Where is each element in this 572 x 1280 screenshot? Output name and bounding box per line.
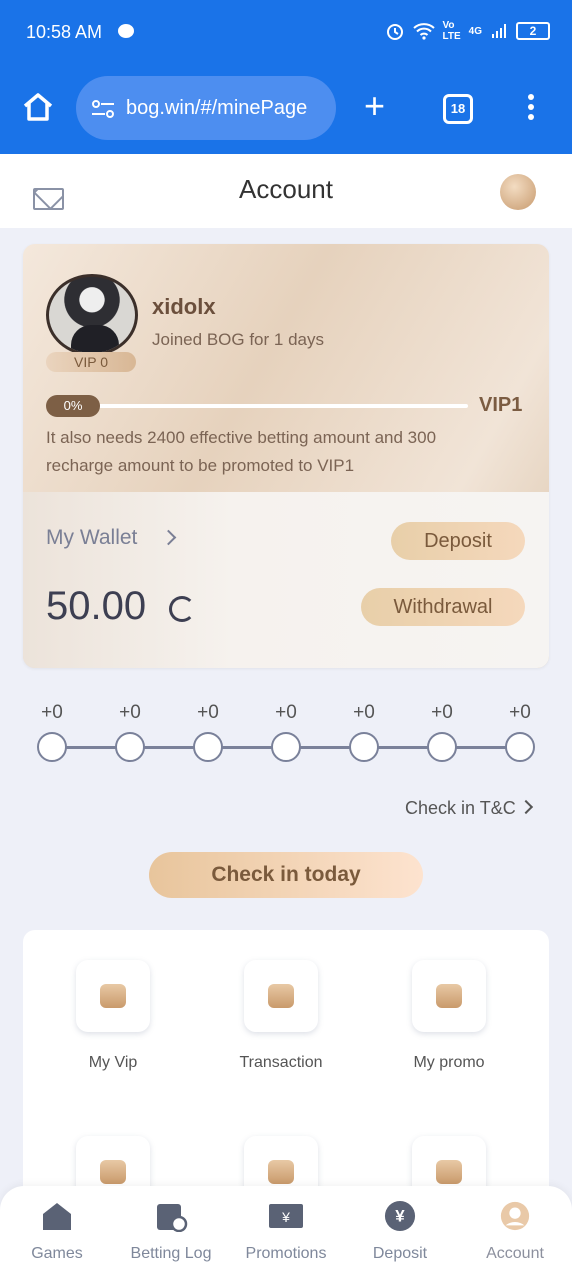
vip-progress-label: 0% — [46, 395, 100, 417]
home-icon — [43, 1203, 71, 1230]
checkin-day-dot — [427, 732, 457, 762]
svg-text:¥: ¥ — [395, 1207, 405, 1226]
ticket-icon: ¥ — [269, 1204, 303, 1228]
customer-service-icon[interactable] — [500, 174, 536, 210]
vip-requirement-text: It also needs 2400 effective betting amo… — [46, 428, 437, 475]
signal-icon — [492, 24, 506, 38]
bottom-tab-bar: Games Betting Log ¥ Promotions ¥ Deposit… — [0, 1186, 572, 1280]
vip-badge: VIP 0 — [46, 352, 136, 372]
refresh-icon[interactable] — [169, 596, 195, 622]
tab-deposit[interactable]: ¥ Deposit — [345, 1200, 455, 1263]
tab-account[interactable]: Account — [460, 1200, 570, 1263]
deposit-button[interactable]: Deposit — [391, 522, 525, 560]
tab-games[interactable]: Games — [2, 1200, 112, 1263]
list-icon — [244, 960, 318, 1032]
username: xidolx — [152, 294, 216, 319]
tab-label: Games — [31, 1245, 83, 1262]
tab-label: Account — [486, 1245, 544, 1262]
message-bubble-icon — [118, 24, 134, 38]
checkin-day-reward: +0 — [119, 702, 141, 723]
checkin-day-dot — [271, 732, 301, 762]
chest-icon — [412, 960, 486, 1032]
url-text: bog.win/#/minePage — [126, 97, 308, 119]
chevron-right-icon[interactable] — [160, 529, 177, 546]
tab-betting-log[interactable]: Betting Log — [116, 1200, 226, 1263]
tab-promotions[interactable]: ¥ Promotions — [231, 1200, 341, 1263]
network-label: 4G — [468, 25, 482, 37]
url-bar[interactable]: bog.win/#/minePage — [76, 76, 336, 140]
alarm-icon — [386, 24, 403, 40]
tab-label: Deposit — [372, 1245, 428, 1262]
checkin-tc-link[interactable]: Check in T&C — [405, 798, 516, 819]
crown-icon — [76, 960, 150, 1032]
checkin-day: +0 — [178, 700, 238, 762]
page-title: Account — [239, 174, 333, 204]
home-icon[interactable] — [22, 92, 54, 122]
menu-item-label: My Vip — [88, 1054, 138, 1071]
checkin-day: +0 — [334, 700, 394, 762]
wifi-icon — [412, 23, 435, 40]
withdrawal-button[interactable]: Withdrawal — [361, 588, 525, 626]
yen-icon: ¥ — [384, 1200, 416, 1232]
volte-icon: Vo LTE — [442, 20, 461, 42]
app-header: Account — [0, 154, 572, 228]
profile-card: VIP 0 xidolx Joined BOG for 1 days 0% VI… — [23, 244, 549, 668]
svg-text:¥: ¥ — [281, 1209, 290, 1225]
avatar[interactable] — [46, 274, 138, 356]
tab-switcher-button[interactable]: 18 — [443, 94, 473, 124]
checkin-day-reward: +0 — [41, 702, 63, 723]
calendar-clock-icon — [157, 1204, 188, 1233]
checkin-day-dot — [115, 732, 145, 762]
checkin-day-dot — [349, 732, 379, 762]
checkin-day: +0 — [256, 700, 316, 762]
checkin-day-dot — [37, 732, 67, 762]
menu-item-label: My promo — [413, 1054, 485, 1071]
wallet-balance: 50.00 — [46, 584, 147, 628]
checkin-day-reward: +0 — [353, 702, 375, 723]
checkin-day: +0 — [22, 700, 82, 762]
next-vip-label: VIP1 — [479, 394, 523, 416]
checkin-day-reward: +0 — [431, 702, 453, 723]
menu-item-my-promo[interactable]: My promo — [365, 960, 533, 1072]
checkin-day-reward: +0 — [275, 702, 297, 723]
status-bar: 10:58 AM Vo LTE 4G 2 — [0, 0, 572, 64]
battery-icon: 2 — [516, 22, 550, 40]
checkin-day-reward: +0 — [197, 702, 219, 723]
checkin-day: +0 — [490, 700, 550, 762]
status-time: 10:58 AM — [26, 22, 103, 42]
site-settings-icon[interactable] — [90, 98, 116, 120]
vip-progress-bar — [46, 404, 468, 408]
user-icon — [500, 1201, 530, 1231]
menu-item-my-vip[interactable]: My Vip — [29, 960, 197, 1072]
wallet-label[interactable]: My Wallet — [46, 526, 137, 550]
joined-text: Joined BOG for 1 days — [152, 330, 324, 349]
checkin-day: +0 — [412, 700, 472, 762]
wallet-section: My Wallet 50.00 Deposit Withdrawal — [23, 492, 549, 668]
checkin-progress: +0 +0 +0 +0 +0 +0 +0 — [0, 700, 572, 770]
more-menu-icon[interactable] — [528, 94, 536, 124]
checkin-day-dot — [193, 732, 223, 762]
chevron-right-icon[interactable] — [518, 799, 534, 815]
checkin-today-button[interactable]: Check in today — [149, 852, 423, 898]
tab-label: Betting Log — [130, 1245, 212, 1262]
checkin-day: +0 — [100, 700, 160, 762]
status-icons: Vo LTE 4G 2 — [385, 20, 550, 42]
menu-item-transaction[interactable]: Transaction — [197, 960, 365, 1072]
tab-label: Promotions — [245, 1245, 327, 1262]
new-tab-icon[interactable]: + — [364, 88, 385, 124]
checkin-day-reward: +0 — [509, 702, 531, 723]
checkin-day-dot — [505, 732, 535, 762]
browser-toolbar: bog.win/#/minePage + 18 — [0, 64, 572, 154]
menu-item-label: Transaction — [239, 1054, 323, 1071]
